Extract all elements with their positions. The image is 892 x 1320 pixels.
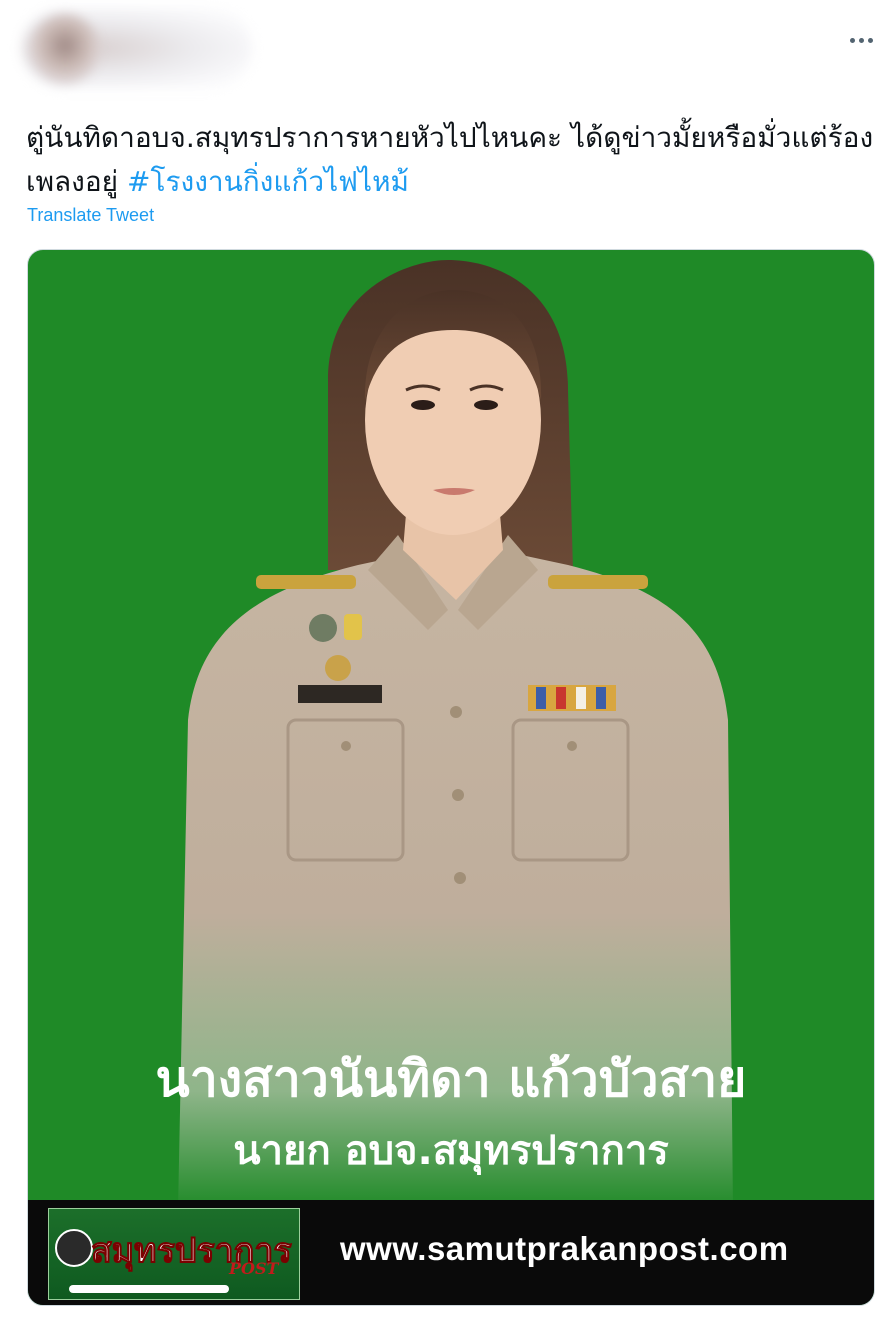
emblem-icon [55,1229,93,1267]
avatar[interactable] [30,14,100,84]
website-url: www.samutprakanpost.com [340,1230,789,1267]
tweet-media-image[interactable]: นางสาวนันทิดา แก้วบัวสาย นายก อบจ.สมุทรป… [27,249,875,1306]
more-horizontal-icon[interactable] [846,30,876,50]
samutprakan-post-logo: สมุทรปราการ POST [48,1208,300,1300]
tweet-header [0,0,892,100]
logo-ribbon [69,1285,229,1293]
footer-banner: สมุทรปราการ POST www.samutprakanpost.com [28,1200,874,1305]
tweet-text: ตู่นันทิดาอบจ.สมุทรปราการหายหัวไปไหนคะ ไ… [26,116,876,204]
person-name-caption: นางสาวนันทิดา แก้วบัวสาย [155,1050,747,1108]
translate-tweet-link[interactable]: Translate Tweet [27,205,154,226]
hashtag-link[interactable]: #โรงงานกิ่งแก้วไฟไหม้ [127,165,409,198]
person-title-caption: นายก อบจ.สมุทรปราการ [233,1128,669,1174]
logo-post: POST [229,1259,279,1278]
